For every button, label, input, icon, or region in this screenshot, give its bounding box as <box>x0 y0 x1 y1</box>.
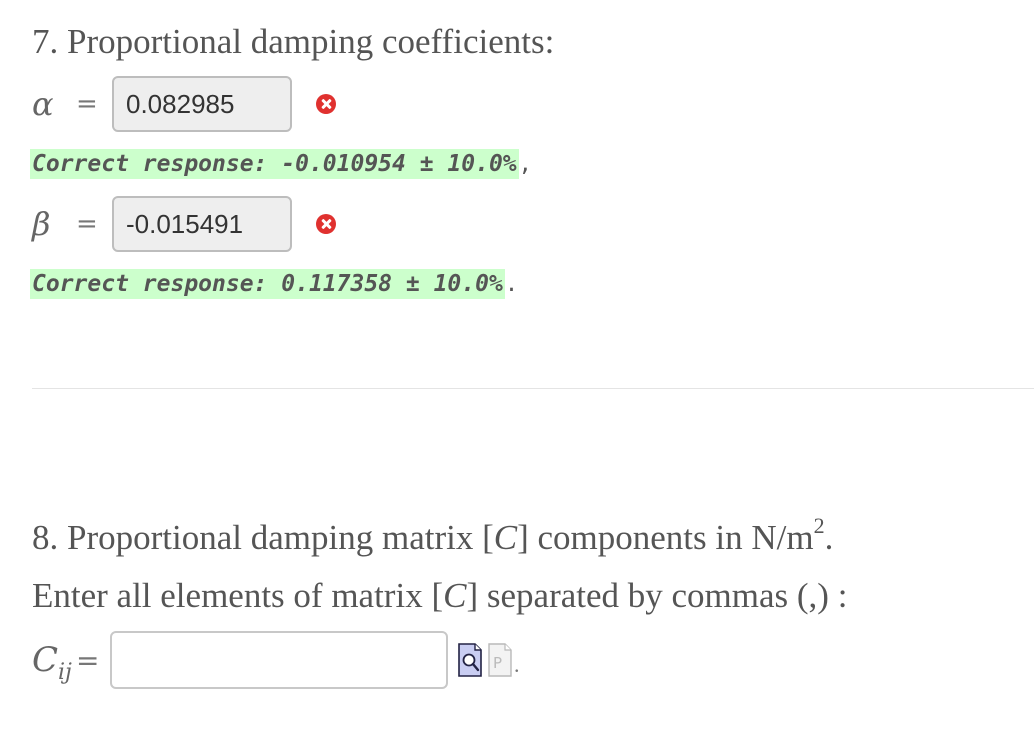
question-8-instr-prefix: Enter all elements of matrix [ <box>32 576 444 615</box>
text-preview-icon[interactable]: P <box>488 643 512 677</box>
beta-correct-response: Correct response: 0.117358 ± 10.0%. <box>30 269 518 299</box>
c-ij-var: C <box>32 640 59 680</box>
beta-symbol: β <box>32 205 51 243</box>
question-8-title-sup: 2 <box>813 513 825 538</box>
matrix-answer-row: Cij = P . <box>32 630 520 690</box>
beta-correct-text: Correct response: 0.117358 ± 10.0% <box>30 269 505 299</box>
question-8-title: 8. Proportional damping matrix [C] compo… <box>32 515 834 558</box>
matrix-c-input[interactable] <box>110 631 448 689</box>
c-ij-equals: = <box>76 643 100 677</box>
matrix-trailing-period: . <box>514 652 520 677</box>
question-8-instr-var: C <box>443 576 467 615</box>
question-8-title-var: C <box>493 518 518 557</box>
alpha-correct-response: Correct response: -0.010954 ± 10.0%, <box>30 149 532 179</box>
beta-correct-trailing: . <box>504 271 519 297</box>
section-divider <box>32 388 1034 389</box>
question-8-title-prefix: 8. Proportional damping matrix [ <box>32 518 494 557</box>
alpha-equals: = <box>76 89 98 119</box>
question-8-instructions: Enter all elements of matrix [C] separat… <box>32 576 847 616</box>
alpha-answer-row: α = 0.082985 <box>32 74 336 134</box>
alpha-symbol: α <box>32 85 54 123</box>
question-8-instr-suffix: ] separated by commas (,) : <box>466 576 848 615</box>
question-7-text: Proportional damping coefficients: <box>67 22 555 61</box>
question-7-title: 7. Proportional damping coefficients: <box>32 22 554 62</box>
question-8-title-suffix: . <box>824 518 834 557</box>
magnifier-preview-icon[interactable] <box>458 643 482 677</box>
beta-equals: = <box>76 209 98 239</box>
question-7-number: 7. <box>32 22 59 61</box>
question-8-title-mid: ] components in N/m <box>517 518 814 557</box>
c-ij-label: Cij <box>32 640 76 684</box>
svg-text:P: P <box>493 654 502 672</box>
alpha-input[interactable]: 0.082985 <box>112 76 292 132</box>
x-circle-icon <box>316 214 336 234</box>
x-circle-icon <box>316 94 336 114</box>
beta-input[interactable]: -0.015491 <box>112 196 292 252</box>
alpha-correct-trailing: , <box>518 151 532 177</box>
beta-answer-row: β = -0.015491 <box>32 194 336 254</box>
alpha-correct-text: Correct response: -0.010954 ± 10.0% <box>30 149 519 179</box>
c-ij-sub: ij <box>58 660 72 685</box>
